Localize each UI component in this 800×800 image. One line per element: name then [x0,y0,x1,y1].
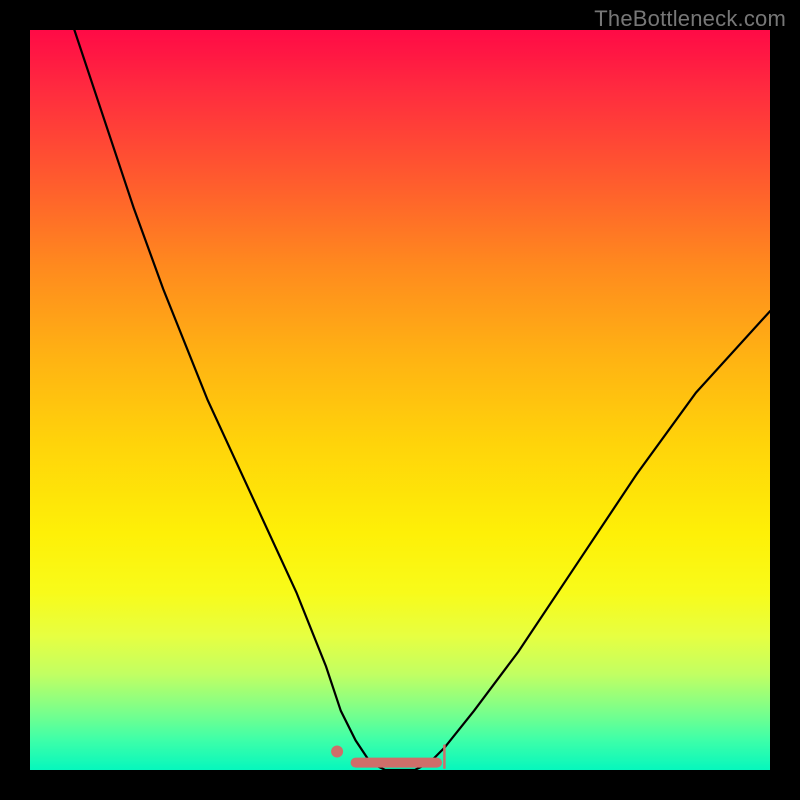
plot-area [30,30,770,770]
attribution-text: TheBottleneck.com [594,6,786,32]
minimum-dot-marker [331,746,343,758]
chart-frame: TheBottleneck.com [0,0,800,800]
chart-overlay [30,30,770,770]
bottleneck-curve [74,30,770,770]
